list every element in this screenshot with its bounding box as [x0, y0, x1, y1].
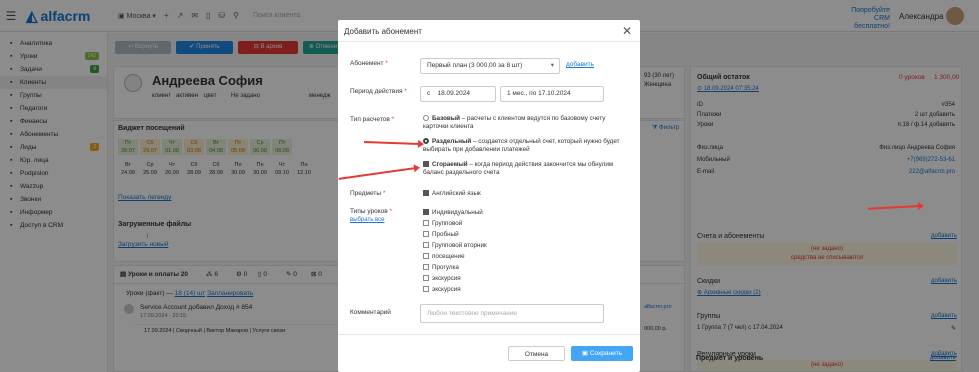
- burnable-title: Сгораемый: [432, 161, 468, 168]
- required-mark: *: [385, 60, 388, 67]
- period-to-select[interactable]: 1 мес., по 17.10.2024: [500, 86, 604, 102]
- subscription-label-text: Абонемент: [350, 60, 384, 67]
- lesson-type-option[interactable]: Групповой вторник: [423, 242, 628, 250]
- subject-value: Английский язык: [432, 190, 481, 197]
- calc-basic-title: Базовый: [432, 115, 461, 122]
- period-label: Период действия *: [350, 88, 407, 95]
- modal-title: Добавить абонемент: [344, 27, 422, 36]
- lesson-type-checkbox[interactable]: [423, 242, 429, 248]
- subscription-label: Абонемент *: [350, 60, 388, 67]
- calc-type-label-text: Тип расчетов: [350, 116, 390, 123]
- lesson-type-checkbox[interactable]: [423, 209, 429, 215]
- select-all-link[interactable]: выбрать все: [350, 217, 384, 223]
- save-label: Сохранить: [589, 350, 623, 357]
- subscription-select[interactable]: Первый план (3 000,00 за 8 шт) ▾: [420, 58, 560, 74]
- lesson-type-option[interactable]: посещение: [423, 253, 628, 261]
- lesson-type-checkbox[interactable]: [423, 264, 429, 270]
- checkbox-burnable[interactable]: [423, 161, 429, 167]
- comment-placeholder: Любое текстовое примечание: [427, 310, 517, 317]
- period-from-value: 18.09.2024: [437, 90, 471, 97]
- modal-footer-divider: [338, 334, 640, 335]
- radio-basic[interactable]: [423, 115, 429, 121]
- subject-option[interactable]: Английский язык: [423, 190, 628, 198]
- checkbox-subject[interactable]: [423, 190, 429, 196]
- save-icon: ▣: [581, 350, 590, 357]
- lesson-type-checkbox[interactable]: [423, 253, 429, 259]
- required-mark: *: [391, 116, 395, 123]
- required-mark: *: [404, 88, 407, 95]
- lesson-type-option[interactable]: экскурсия: [423, 275, 628, 283]
- lesson-type-label: Групповой: [432, 220, 463, 227]
- period-prefix: с: [427, 90, 431, 97]
- lesson-type-label: экскурсия: [432, 286, 461, 293]
- add-subscription-modal: Добавить абонемент ✕ Абонемент * Первый …: [338, 20, 640, 372]
- burnable-option[interactable]: Сгораемый – когда период действия законч…: [423, 161, 628, 177]
- chevron-down-icon: ▾: [550, 62, 554, 69]
- lesson-type-option[interactable]: Индивидуальный: [423, 209, 628, 217]
- period-from-input[interactable]: с 18.09.2024: [420, 86, 496, 102]
- lesson-type-option[interactable]: Пробный: [423, 231, 628, 239]
- required-mark: *: [382, 190, 386, 197]
- comment-textarea[interactable]: Любое текстовое примечание: [420, 304, 604, 323]
- lesson-types-label-text: Типы уроков: [350, 208, 388, 215]
- lesson-type-label: Групповой вторник: [432, 242, 487, 249]
- lesson-type-label: экскурсия: [432, 275, 461, 282]
- modal-header-divider: [338, 41, 640, 42]
- cancel-button[interactable]: Отмена: [508, 346, 565, 361]
- lesson-type-label: Пробный: [432, 231, 459, 238]
- calc-separate-option[interactable]: Раздельный – создается отдельный счет, к…: [423, 138, 628, 154]
- lesson-types-label: Типы уроков *: [350, 208, 392, 215]
- lesson-type-label: Индивидуальный: [432, 209, 483, 216]
- close-icon[interactable]: ✕: [622, 24, 632, 38]
- required-mark: *: [389, 208, 393, 215]
- app-root: ☰ ◭ alfacrm ▣ Москва ▾ + ↗ ✉ ▯ ⛁ ⚲ Поиск …: [0, 0, 979, 372]
- period-label-text: Период действия: [350, 88, 403, 95]
- calc-basic-option[interactable]: Базовый – расчеты с клиентом ведутся по …: [423, 115, 628, 131]
- subscription-add-link[interactable]: добавить: [566, 61, 594, 68]
- subscription-value: Первый план (3 000,00 за 8 шт): [427, 62, 523, 69]
- lesson-type-label: Прогулка: [432, 264, 459, 271]
- lesson-type-checkbox[interactable]: [423, 275, 429, 281]
- lesson-type-option[interactable]: Прогулка: [423, 264, 628, 272]
- lesson-type-checkbox[interactable]: [423, 286, 429, 292]
- lesson-type-checkbox[interactable]: [423, 220, 429, 226]
- lesson-type-label: посещение: [432, 253, 465, 260]
- calc-type-label: Тип расчетов *: [350, 116, 394, 123]
- lesson-type-option[interactable]: экскурсия: [423, 286, 628, 294]
- comment-label: Комментарий: [350, 309, 391, 316]
- subjects-label-text: Предметы: [350, 190, 382, 197]
- subjects-label: Предметы *: [350, 190, 385, 197]
- lesson-type-option[interactable]: Групповой: [423, 220, 628, 228]
- save-button[interactable]: ▣ Сохранить: [571, 346, 633, 361]
- lesson-type-checkbox[interactable]: [423, 231, 429, 237]
- calc-separate-title: Раздельный: [432, 138, 472, 145]
